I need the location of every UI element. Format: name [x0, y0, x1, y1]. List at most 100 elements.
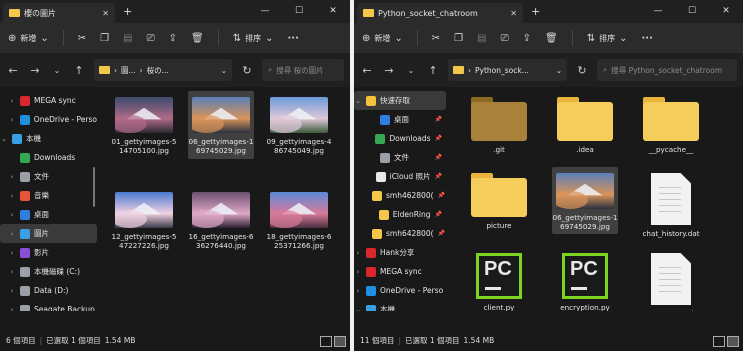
file-item[interactable]: 18_gettyimages-625371266.jpg [266, 192, 332, 250]
expand-icon[interactable]: ⌄ [404, 66, 418, 75]
address-bar[interactable]: › Python_sock... ⌄ [448, 59, 567, 81]
sidebar-item-mega-sync[interactable]: › MEGA sync [0, 91, 97, 110]
sort-button[interactable]: ⇅ 排序 ⌄ [587, 33, 628, 44]
sidebar-item-icloud[interactable]: iCloud 照片 📌 [354, 167, 446, 186]
close-tab-icon[interactable]: ✕ [102, 9, 109, 18]
sidebar-item-downloads[interactable]: Downloads [0, 148, 97, 167]
chevron-right-icon[interactable]: › [354, 268, 362, 276]
forward-icon[interactable]: → [382, 64, 396, 77]
file-item[interactable]: 01_gettyimages-514705100.jpg [111, 97, 177, 155]
close-window-button[interactable]: ✕ [316, 0, 350, 23]
breadcrumb-item[interactable]: 圖... [121, 65, 136, 76]
search-input[interactable]: ⌕ 搜尋 Python_socket_chatroom [597, 59, 737, 81]
rename-icon[interactable]: ⎚ [147, 33, 155, 44]
thumbnail-view-icon[interactable] [727, 336, 739, 347]
close-tab-icon[interactable]: ✕ [510, 9, 517, 18]
file-item[interactable]: 12_gettyimages-547227226.jpg [111, 192, 177, 250]
chevron-down-icon[interactable]: ⌄ [556, 66, 562, 75]
details-view-icon[interactable] [713, 336, 725, 347]
chevron-right-icon[interactable]: ⌄ [354, 97, 362, 105]
up-icon[interactable]: ↑ [72, 64, 86, 77]
up-icon[interactable]: ↑ [426, 64, 440, 77]
sidebar-item-data-d[interactable]: › Data (D:) [0, 281, 97, 300]
more-icon[interactable]: ··· [641, 33, 652, 44]
sidebar-item-seagate-backup[interactable]: › Seagate Backup [0, 300, 97, 311]
share-icon[interactable]: ⇪ [523, 33, 531, 44]
back-icon[interactable]: ← [360, 64, 374, 77]
file-item-picture[interactable]: picture [466, 173, 532, 230]
chevron-right-icon[interactable]: ⌄ [0, 135, 8, 143]
sidebar-item-smh642800[interactable]: smh642800(📌 [354, 224, 446, 243]
new-tab-button[interactable]: + [531, 5, 540, 18]
chevron-down-icon[interactable]: ⌄ [221, 66, 227, 75]
share-icon[interactable]: ⇪ [169, 33, 177, 44]
chevron-right-icon[interactable]: › [8, 97, 16, 105]
new-button[interactable]: ⊕ 新增 ⌄ [8, 33, 49, 44]
minimize-button[interactable]: — [641, 0, 675, 23]
maximize-button[interactable]: ☐ [282, 0, 316, 23]
sort-button[interactable]: ⇅ 排序 ⌄ [233, 33, 274, 44]
address-bar[interactable]: › 圖... › 桜の... ⌄ [94, 59, 232, 81]
chevron-right-icon[interactable]: › [354, 249, 362, 257]
scrollbar[interactable] [93, 167, 95, 207]
paste-icon[interactable]: ▤ [477, 33, 486, 44]
sidebar-item-item[interactable]: › 影片 [0, 243, 97, 262]
tab-sakura-pictures[interactable]: 櫻の圖片 ✕ [3, 3, 115, 23]
chevron-right-icon[interactable]: › [8, 211, 16, 219]
close-window-button[interactable]: ✕ [709, 0, 743, 23]
sidebar-item-item[interactable]: ⌄ 快速存取 [354, 91, 446, 110]
sidebar-item-item[interactable]: › 音樂 [0, 186, 97, 205]
sidebar-item-item[interactable]: › 桌面 [0, 205, 97, 224]
file-item-encryption-py[interactable]: PC encryption.py [552, 253, 618, 312]
chevron-right-icon[interactable]: › [8, 268, 16, 276]
sidebar-item-item[interactable]: 文件 📌 [354, 148, 446, 167]
chevron-right-icon[interactable]: › [8, 192, 16, 200]
delete-icon[interactable]: 🗑 [545, 33, 558, 44]
sidebar-item-item[interactable]: ⌄ 本機 [354, 300, 446, 311]
chevron-right-icon[interactable]: › [8, 116, 16, 124]
back-icon[interactable]: ← [6, 64, 20, 77]
new-button[interactable]: ⊕ 新增 ⌄ [362, 33, 403, 44]
file-item-git[interactable]: .git [466, 97, 532, 154]
more-icon[interactable]: ··· [287, 33, 298, 44]
sidebar-item-item[interactable]: ⌄ 本機 [0, 129, 97, 148]
file-item[interactable]: 06_gettyimages-169745029.jpg [188, 91, 254, 159]
sidebar-item-downloads[interactable]: Downloads 📌 [354, 129, 446, 148]
breadcrumb-item[interactable]: 桜の... [147, 65, 169, 76]
sidebar-item-item[interactable]: › 圖片 [0, 224, 97, 243]
sidebar-item-c[interactable]: › 本機磁碟 (C:) [0, 262, 97, 281]
file-item-chat-history-dat[interactable]: chat_history.dat [638, 173, 704, 238]
file-item-idea[interactable]: .idea [552, 97, 618, 154]
thumbnail-view-icon[interactable] [334, 336, 346, 347]
forward-icon[interactable]: → [28, 64, 42, 77]
file-item[interactable]: 16_gettyimages-636276440.jpg [188, 192, 254, 250]
file-item-client-py[interactable]: PC client.py [466, 253, 532, 312]
breadcrumb-item[interactable]: Python_sock... [475, 66, 529, 75]
chevron-right-icon[interactable]: › [8, 173, 16, 181]
new-tab-button[interactable]: + [123, 5, 132, 18]
tab-python-socket-chatroom[interactable]: Python_socket_chatroom ✕ [357, 3, 523, 23]
sidebar-item-smh462800[interactable]: smh462800(📌 [354, 186, 446, 205]
chevron-right-icon[interactable]: › [8, 287, 16, 295]
sidebar-item-hank[interactable]: › Hank分享 [354, 243, 446, 262]
minimize-button[interactable]: — [248, 0, 282, 23]
cut-icon[interactable]: ✂ [78, 33, 86, 44]
copy-icon[interactable]: ❐ [454, 33, 463, 44]
details-view-icon[interactable] [320, 336, 332, 347]
file-item-pycache[interactable]: __pycache__ [638, 97, 704, 154]
sidebar-item-item[interactable]: › 文件 [0, 167, 97, 186]
file-item-06-gettyimages-169745029-jpg[interactable]: 06_gettyimages-169745029.jpg [552, 167, 618, 234]
sidebar-item-eldenring[interactable]: EldenRing 📌 [354, 205, 446, 224]
refresh-icon[interactable]: ↻ [575, 64, 589, 77]
copy-icon[interactable]: ❐ [100, 33, 109, 44]
sidebar-item-onedrive-perso[interactable]: › OneDrive - Perso [0, 110, 97, 129]
expand-icon[interactable]: ⌄ [50, 66, 64, 75]
rename-icon[interactable]: ⎚ [501, 33, 509, 44]
file-item-readme-md[interactable]: README.md [638, 253, 704, 318]
search-input[interactable]: ⌕ 搜尋 桜の圖片 [262, 59, 344, 81]
delete-icon[interactable]: 🗑 [191, 33, 204, 44]
sidebar-item-item[interactable]: 桌面 📌 [354, 110, 446, 129]
chevron-right-icon[interactable]: › [8, 249, 16, 257]
refresh-icon[interactable]: ↻ [240, 64, 254, 77]
cut-icon[interactable]: ✂ [432, 33, 440, 44]
